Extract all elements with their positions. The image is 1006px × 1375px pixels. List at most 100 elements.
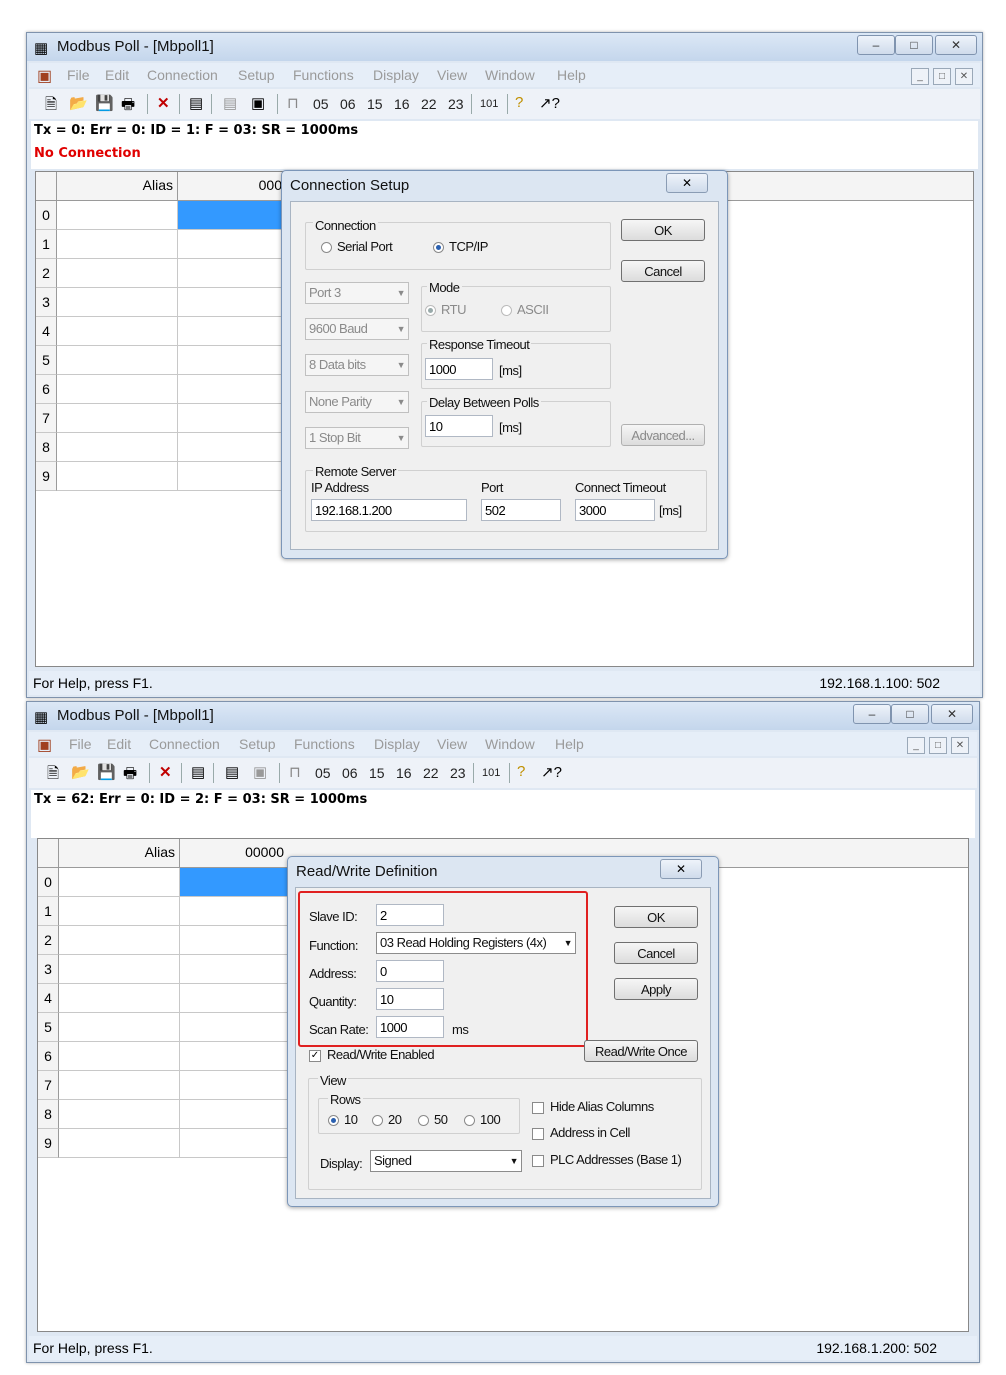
display-select[interactable]: Signed ▼: [370, 1150, 522, 1172]
menu-functions[interactable]: Functions: [294, 736, 355, 752]
alias-cell[interactable]: [57, 201, 178, 230]
alias-cell[interactable]: [59, 1129, 180, 1158]
value-cell[interactable]: [180, 926, 290, 955]
row-number[interactable]: 2: [36, 259, 57, 288]
plc-addresses-checkbox[interactable]: [532, 1155, 544, 1167]
menu-edit[interactable]: Edit: [105, 67, 129, 83]
row-number[interactable]: 0: [36, 201, 57, 230]
ok-button[interactable]: OK: [621, 219, 705, 241]
context-help-icon[interactable]: ↗?: [539, 94, 560, 112]
menu-connection[interactable]: Connection: [149, 736, 220, 752]
menu-file[interactable]: File: [67, 67, 90, 83]
row-number[interactable]: 6: [36, 375, 57, 404]
menu-connection[interactable]: Connection: [147, 67, 218, 83]
cancel-button[interactable]: Cancel: [614, 942, 698, 964]
fc-22-button[interactable]: 22: [421, 96, 437, 112]
value-cell[interactable]: [178, 346, 288, 375]
help-icon[interactable]: ?: [517, 763, 525, 780]
tcp-port-input[interactable]: 502: [481, 499, 561, 521]
serial-port-radio[interactable]: [321, 242, 332, 253]
alias-cell[interactable]: [57, 288, 178, 317]
mdi-close-button[interactable]: ✕: [951, 737, 969, 754]
row-number[interactable]: 8: [36, 433, 57, 462]
rows-100-radio[interactable]: [464, 1115, 475, 1126]
fc-23-button[interactable]: 23: [448, 96, 464, 112]
menu-help[interactable]: Help: [555, 736, 584, 752]
mdi-close-button[interactable]: ✕: [955, 68, 973, 85]
maximize-button[interactable]: □: [891, 704, 929, 724]
value-cell[interactable]: [178, 288, 288, 317]
delete-icon[interactable]: ✕: [157, 94, 170, 112]
value-cell[interactable]: [180, 955, 290, 984]
connect-icon[interactable]: ▤: [225, 763, 239, 781]
alias-cell[interactable]: [59, 868, 180, 897]
alias-cell[interactable]: [57, 462, 178, 491]
ip-address-input[interactable]: 192.168.1.200: [311, 499, 467, 521]
pulse-icon[interactable]: ⊓: [289, 763, 301, 781]
value-cell[interactable]: [178, 433, 288, 462]
menu-functions[interactable]: Functions: [293, 67, 354, 83]
window-icon[interactable]: ▤: [189, 94, 203, 112]
menu-help[interactable]: Help: [557, 67, 586, 83]
menu-setup[interactable]: Setup: [239, 736, 276, 752]
fc-06-button[interactable]: 06: [340, 96, 356, 112]
row-number[interactable]: 0: [38, 868, 59, 897]
dialog-close-button[interactable]: ✕: [666, 173, 708, 193]
fc-23-button[interactable]: 23: [450, 765, 466, 781]
apply-button[interactable]: Apply: [614, 978, 698, 1000]
document-icon[interactable]: ▣: [37, 66, 52, 86]
close-button[interactable]: ✕: [931, 704, 973, 724]
dialog-close-button[interactable]: ✕: [660, 859, 702, 879]
value-cell[interactable]: [180, 1129, 290, 1158]
alias-cell[interactable]: [57, 404, 178, 433]
fc-15-button[interactable]: 15: [367, 96, 383, 112]
slave-id-input[interactable]: 2: [376, 904, 444, 926]
alias-cell[interactable]: [59, 897, 180, 926]
value-cell[interactable]: [180, 868, 290, 897]
poll-101-button[interactable]: 101: [480, 98, 498, 110]
row-number[interactable]: 1: [36, 230, 57, 259]
window-icon[interactable]: ▤: [191, 763, 205, 781]
save-icon[interactable]: 💾: [95, 94, 114, 112]
row-number[interactable]: 7: [36, 404, 57, 433]
print-icon[interactable]: 🖶: [121, 94, 135, 119]
value-header[interactable]: 000: [178, 177, 282, 193]
pulse-icon[interactable]: ⊓: [287, 94, 299, 112]
poll-101-button[interactable]: 101: [482, 767, 500, 779]
address-in-cell-checkbox[interactable]: [532, 1128, 544, 1140]
value-cell[interactable]: [180, 1071, 290, 1100]
row-number[interactable]: 8: [38, 1100, 59, 1129]
new-file-icon[interactable]: 🗎: [45, 94, 57, 119]
alias-cell[interactable]: [59, 1013, 180, 1042]
row-number[interactable]: 4: [36, 317, 57, 346]
row-number[interactable]: 3: [36, 288, 57, 317]
row-number[interactable]: 2: [38, 926, 59, 955]
menu-setup[interactable]: Setup: [238, 67, 275, 83]
open-folder-icon[interactable]: 📂: [71, 763, 90, 781]
connect-timeout-input[interactable]: 3000: [575, 499, 655, 521]
minimize-button[interactable]: –: [853, 704, 891, 724]
fc-16-button[interactable]: 16: [394, 96, 410, 112]
delay-input[interactable]: 10: [425, 415, 493, 437]
fc-05-button[interactable]: 05: [313, 96, 329, 112]
value-cell[interactable]: [178, 375, 288, 404]
alias-header[interactable]: Alias: [59, 844, 175, 860]
rows-50-radio[interactable]: [418, 1115, 429, 1126]
menu-display[interactable]: Display: [374, 736, 420, 752]
alias-cell[interactable]: [59, 1100, 180, 1129]
mdi-minimize-button[interactable]: _: [907, 737, 925, 754]
value-cell[interactable]: [180, 1013, 290, 1042]
alias-cell[interactable]: [59, 1071, 180, 1100]
value-cell[interactable]: [180, 984, 290, 1013]
quantity-input[interactable]: 10: [376, 988, 444, 1010]
menu-window[interactable]: Window: [485, 67, 535, 83]
new-file-icon[interactable]: 🗎: [47, 763, 59, 788]
value-cell[interactable]: [178, 201, 288, 230]
alias-cell[interactable]: [57, 433, 178, 462]
rows-20-radio[interactable]: [372, 1115, 383, 1126]
tcpip-radio[interactable]: [433, 242, 444, 253]
alias-cell[interactable]: [57, 230, 178, 259]
alias-cell[interactable]: [57, 259, 178, 288]
alias-cell[interactable]: [59, 984, 180, 1013]
rows-10-radio[interactable]: [328, 1115, 339, 1126]
